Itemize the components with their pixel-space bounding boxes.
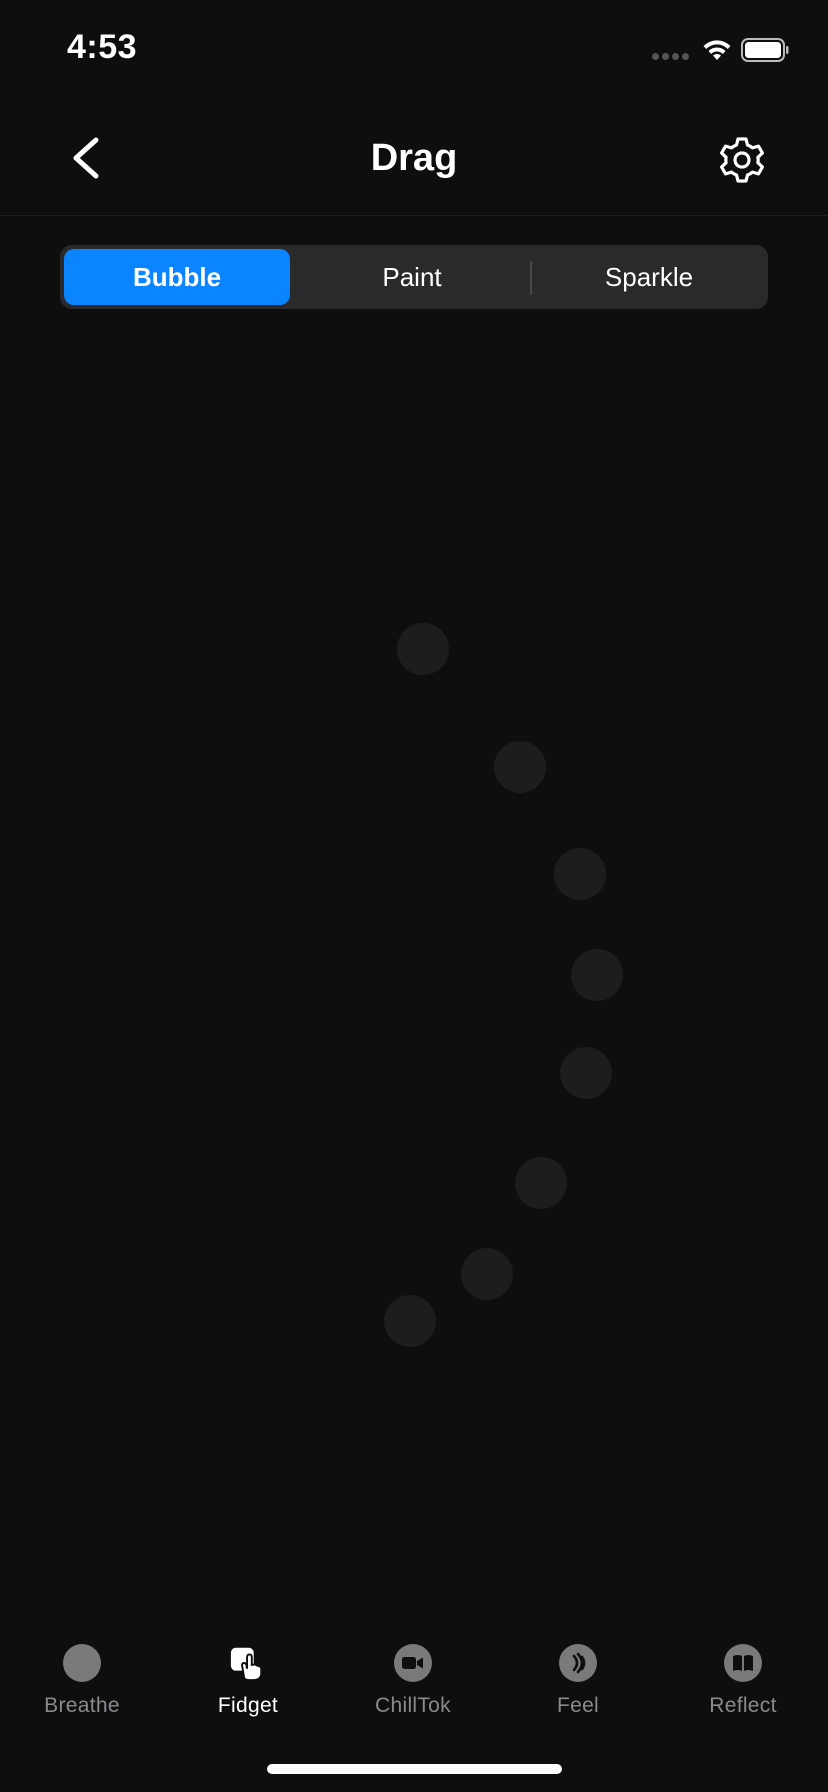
segment-sparkle[interactable]: Sparkle [534,249,764,305]
tab-label: Breathe [44,1694,120,1717]
book-icon [724,1644,762,1682]
segment-bubble[interactable]: Bubble [64,249,290,305]
tab-chilltok[interactable]: ChillTok [338,1644,488,1734]
video-camera-icon [394,1644,432,1682]
battery-icon [741,38,789,62]
bubble [461,1248,513,1300]
signal-dots-icon [652,53,690,61]
tab-feel[interactable]: Feel [503,1644,653,1734]
segment-divider [530,261,532,295]
vibration-icon [559,1644,597,1682]
bubble [560,1047,612,1099]
bubble [494,741,546,793]
tab-label: ChillTok [375,1694,451,1717]
tab-fidget[interactable]: Fidget [173,1644,323,1734]
tab-label: Fidget [217,1694,279,1717]
bubble [515,1157,567,1209]
bubble [397,623,449,675]
gear-icon [720,137,764,183]
wifi-icon [703,40,731,60]
drag-canvas[interactable] [0,320,828,1620]
settings-button[interactable] [712,130,772,190]
mode-segmented-control: Bubble Paint Sparkle [60,245,768,309]
breathe-circle-icon [63,1644,101,1682]
status-bar: 4:53 [0,0,828,100]
tab-reflect[interactable]: Reflect [668,1644,818,1734]
tab-breathe[interactable]: Breathe [7,1644,157,1734]
home-indicator [267,1764,562,1774]
bubble [571,949,623,1001]
segment-paint[interactable]: Paint [296,249,528,305]
bubble [384,1295,436,1347]
tab-label: Feel [556,1694,600,1717]
tab-label: Reflect [709,1694,777,1717]
status-time: 4:53 [67,28,138,66]
fidget-hand-icon [229,1644,267,1682]
navigation-bar: Drag [0,100,828,216]
bubble [554,848,606,900]
page-title: Drag [370,137,458,179]
